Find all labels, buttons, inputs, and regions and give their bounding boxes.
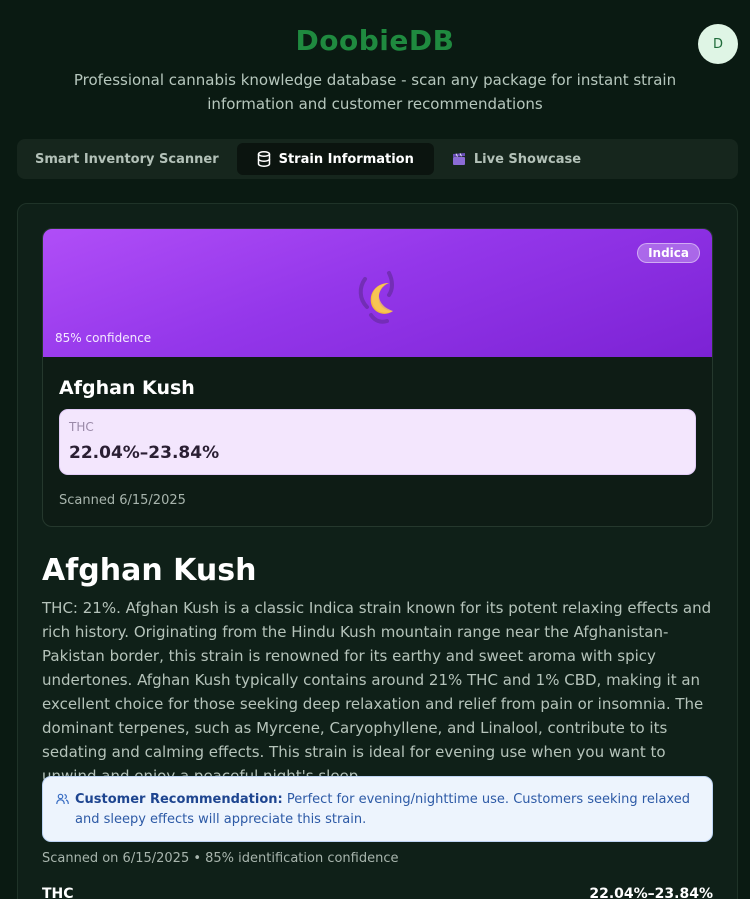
tab-smart-inventory-scanner[interactable]: Smart Inventory Scanner: [35, 143, 231, 175]
thc-box: THC 22.04%–23.84%: [59, 409, 696, 475]
scan-meta: Scanned on 6/15/2025 • 85% identificatio…: [42, 851, 399, 866]
strain-heading: Afghan Kush: [42, 553, 257, 588]
tagline: Professional cannabis knowledge database…: [73, 71, 677, 113]
app-page: DoobieDB D Professional cannabis knowled…: [0, 0, 750, 899]
recommendation-title: Customer Recommendation:: [75, 792, 283, 807]
users-icon: [56, 793, 69, 805]
customer-recommendation: Customer Recommendation: Perfect for eve…: [42, 776, 713, 842]
avatar[interactable]: D: [698, 24, 738, 64]
thc-value: 22.04%–23.84%: [69, 443, 220, 463]
thc-label: THC: [69, 420, 94, 434]
tab-bar: Smart Inventory Scanner Strain Informati…: [17, 139, 738, 179]
tab-label: Live Showcase: [473, 151, 582, 167]
type-badge: Indica: [637, 243, 700, 263]
strain-card[interactable]: Indica 85% confidence Afghan Kush THC 22…: [42, 228, 713, 527]
tab-label: Smart Inventory Scanner: [35, 151, 219, 167]
tab-live-showcase[interactable]: Live Showcase: [440, 143, 593, 175]
database-icon: [257, 151, 271, 167]
scanned-date: Scanned 6/15/2025: [59, 493, 186, 508]
strain-description: THC: 21%. Afghan Kush is a classic Indic…: [42, 599, 712, 785]
thc-stat-row: THC 22.04%–23.84%: [42, 886, 713, 899]
tab-strain-information[interactable]: Strain Information: [236, 143, 434, 175]
stat-label: THC: [42, 886, 74, 899]
strain-banner: Indica 85% confidence: [43, 229, 712, 357]
confidence-label: 85% confidence: [55, 331, 152, 345]
app-title: DoobieDB: [295, 24, 455, 57]
stat-value: 22.04%–23.84%: [589, 886, 713, 899]
strain-card-name: Afghan Kush: [59, 377, 195, 399]
clapperboard-icon: [452, 152, 466, 166]
crescent-moon-icon: [358, 271, 394, 324]
tab-label: Strain Information: [278, 151, 414, 167]
